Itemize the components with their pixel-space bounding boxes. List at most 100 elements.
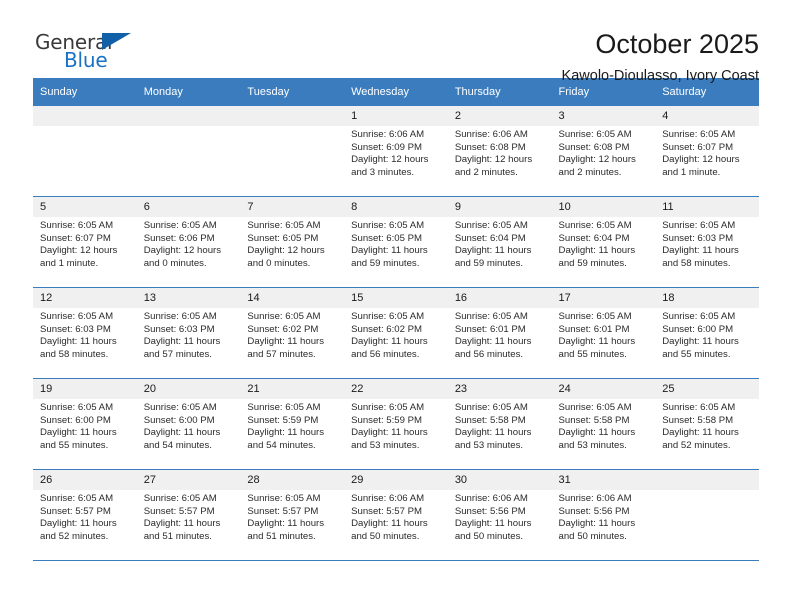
- sunrise-text: Sunrise: 6:05 AM: [143, 493, 217, 504]
- day-details: Sunrise: 6:05 AM Sunset: 5:57 PM Daylight:…: [33, 490, 137, 543]
- day-number: 8: [344, 197, 448, 217]
- daylight-text: Daylight: 11 hours and 52 minutes.: [40, 518, 117, 542]
- sunrise-text: Sunrise: 6:06 AM: [351, 129, 425, 140]
- sunset-text: Sunset: 6:03 PM: [143, 323, 215, 335]
- day-details: Sunrise: 6:05 AM Sunset: 6:01 PM Daylight:…: [448, 308, 552, 361]
- sunset-text: Sunset: 6:08 PM: [558, 141, 630, 153]
- sunset-text: Sunset: 6:01 PM: [454, 323, 526, 335]
- calendar-day-cell[interactable]: 6 Sunrise: 6:05 AM Sunset: 6:06 PM Daylight…: [136, 196, 241, 288]
- day-number: 1: [344, 106, 448, 126]
- calendar-day-cell[interactable]: 29 Sunrise: 6:06 AM Sunset: 5:57 PM Dayligh…: [344, 469, 448, 561]
- calendar-day-cell[interactable]: 22 Sunrise: 6:05 AM Sunset: 5:59 PM Dayligh…: [344, 378, 448, 470]
- calendar-day-cell[interactable]: 20 Sunrise: 6:05 AM Sunset: 6:00 PM Dayligh…: [136, 378, 241, 470]
- page-subtitle: Kawolo-Dioulasso, Ivory Coast: [561, 68, 759, 84]
- calendar-day-cell[interactable]: 3 Sunrise: 6:05 AM Sunset: 6:08 PM Daylight…: [551, 106, 656, 197]
- calendar-page: General Blue October 2025 Kawolo-Dioulas…: [0, 0, 792, 612]
- calendar-day-cell[interactable]: 26 Sunrise: 6:05 AM Sunset: 5:57 PM Dayligh…: [33, 469, 137, 561]
- sunset-text: Sunset: 5:57 PM: [247, 505, 319, 517]
- calendar-day-cell[interactable]: 4 Sunrise: 6:05 AM Sunset: 6:07 PM Daylight…: [655, 106, 759, 197]
- sunset-text: Sunset: 5:58 PM: [454, 414, 526, 426]
- day-number: 11: [655, 197, 759, 217]
- calendar-day-cell[interactable]: 18 Sunrise: 6:05 AM Sunset: 6:00 PM Dayligh…: [655, 287, 759, 379]
- calendar-day-cell[interactable]: 13 Sunrise: 6:05 AM Sunset: 6:03 PM Dayligh…: [136, 287, 241, 379]
- sunrise-text: Sunrise: 6:05 AM: [40, 220, 114, 231]
- calendar-day-cell[interactable]: 5 Sunrise: 6:05 AM Sunset: 6:07 PM Daylight…: [33, 196, 137, 288]
- weekday-header-tuesday: Tuesday: [240, 78, 345, 106]
- sunrise-text: Sunrise: 6:05 AM: [351, 220, 425, 231]
- calendar-day-cell[interactable]: 12 Sunrise: 6:05 AM Sunset: 6:03 PM Dayligh…: [33, 287, 137, 379]
- day-details: Sunrise: 6:05 AM Sunset: 6:02 PM Daylight:…: [344, 308, 448, 361]
- calendar-day-cell[interactable]: 9 Sunrise: 6:05 AM Sunset: 6:04 PM Daylight…: [447, 196, 552, 288]
- general-blue-logo[interactable]: General Blue: [33, 28, 153, 78]
- calendar-day-cell[interactable]: 24 Sunrise: 6:05 AM Sunset: 5:58 PM Dayligh…: [551, 378, 656, 470]
- day-number: 4: [655, 106, 759, 126]
- weekday-header-monday: Monday: [136, 78, 241, 106]
- daylight-text: Daylight: 11 hours and 54 minutes.: [143, 427, 221, 451]
- calendar-day-cell[interactable]: 1 Sunrise: 6:06 AM Sunset: 6:09 PM Daylight…: [344, 106, 448, 197]
- sunrise-text: Sunrise: 6:05 AM: [558, 402, 632, 413]
- sunset-text: Sunset: 6:07 PM: [40, 232, 111, 244]
- daylight-text: Daylight: 11 hours and 59 minutes.: [454, 245, 532, 269]
- day-number: 21: [240, 379, 345, 399]
- day-details: Sunrise: 6:05 AM Sunset: 6:03 PM Daylight:…: [33, 308, 137, 361]
- daylight-text: Daylight: 11 hours and 54 minutes.: [247, 427, 325, 451]
- sunset-text: Sunset: 5:59 PM: [351, 414, 423, 426]
- daylight-text: Daylight: 11 hours and 58 minutes.: [662, 245, 739, 269]
- calendar-day-cell[interactable]: 30 Sunrise: 6:06 AM Sunset: 5:56 PM Dayligh…: [447, 469, 552, 561]
- sunrise-text: Sunrise: 6:05 AM: [662, 311, 736, 322]
- sunrise-text: Sunrise: 6:05 AM: [662, 129, 736, 140]
- sunrise-text: Sunrise: 6:05 AM: [454, 311, 528, 322]
- day-number: 23: [447, 379, 552, 399]
- sunrise-text: Sunrise: 6:06 AM: [558, 493, 632, 504]
- calendar-day-cell[interactable]: 27 Sunrise: 6:05 AM Sunset: 5:57 PM Dayligh…: [136, 469, 241, 561]
- day-details: Sunrise: 6:05 AM Sunset: 6:04 PM Daylight:…: [448, 217, 552, 270]
- sunset-text: Sunset: 6:06 PM: [143, 232, 215, 244]
- day-details: Sunrise: 6:05 AM Sunset: 6:08 PM Daylight:…: [552, 126, 656, 179]
- day-number: 14: [240, 288, 345, 308]
- sunset-text: Sunset: 6:04 PM: [454, 232, 526, 244]
- sunrise-text: Sunrise: 6:05 AM: [247, 402, 321, 413]
- daylight-text: Daylight: 11 hours and 56 minutes.: [454, 336, 532, 360]
- day-number: 22: [344, 379, 448, 399]
- sunset-text: Sunset: 5:59 PM: [247, 414, 319, 426]
- day-number: 24: [551, 379, 656, 399]
- day-number: [33, 106, 137, 126]
- calendar-day-cell[interactable]: 10 Sunrise: 6:05 AM Sunset: 6:04 PM Dayligh…: [551, 196, 656, 288]
- sunset-text: Sunset: 6:03 PM: [662, 232, 734, 244]
- calendar-day-cell[interactable]: 23 Sunrise: 6:05 AM Sunset: 5:58 PM Dayligh…: [447, 378, 552, 470]
- calendar-day-cell[interactable]: 31 Sunrise: 6:06 AM Sunset: 5:56 PM Dayligh…: [551, 469, 656, 561]
- sunset-text: Sunset: 6:04 PM: [558, 232, 630, 244]
- sunrise-text: Sunrise: 6:05 AM: [454, 220, 528, 231]
- title-block: October 2025 Kawolo-Dioulasso, Ivory Coa…: [562, 28, 759, 86]
- sunset-text: Sunset: 6:07 PM: [662, 141, 734, 153]
- calendar-day-cell[interactable]: 2 Sunrise: 6:06 AM Sunset: 6:08 PM Daylight…: [447, 106, 552, 197]
- day-details: Sunrise: 6:06 AM Sunset: 6:09 PM Daylight:…: [344, 126, 448, 179]
- calendar-day-cell[interactable]: 28 Sunrise: 6:05 AM Sunset: 5:57 PM Dayligh…: [240, 469, 345, 561]
- daylight-text: Daylight: 11 hours and 53 minutes.: [351, 427, 428, 451]
- day-number: 10: [551, 197, 656, 217]
- weekday-header-wednesday: Wednesday: [344, 78, 448, 106]
- calendar-day-cell[interactable]: 21 Sunrise: 6:05 AM Sunset: 5:59 PM Dayligh…: [240, 378, 345, 470]
- day-number: 31: [551, 470, 656, 490]
- sunrise-text: Sunrise: 6:05 AM: [143, 311, 217, 322]
- sunrise-text: Sunrise: 6:06 AM: [351, 493, 425, 504]
- sunset-text: Sunset: 5:57 PM: [143, 505, 215, 517]
- sunset-text: Sunset: 5:57 PM: [351, 505, 423, 517]
- calendar-day-cell[interactable]: 8 Sunrise: 6:05 AM Sunset: 6:05 PM Daylight…: [344, 196, 448, 288]
- calendar-day-cell[interactable]: 15 Sunrise: 6:05 AM Sunset: 6:02 PM Dayligh…: [344, 287, 448, 379]
- day-number: 5: [33, 197, 137, 217]
- calendar-day-cell[interactable]: 11 Sunrise: 6:05 AM Sunset: 6:03 PM Dayligh…: [655, 196, 759, 288]
- day-details: Sunrise: 6:06 AM Sunset: 5:56 PM Daylight:…: [448, 490, 552, 543]
- calendar-day-cell[interactable]: 19 Sunrise: 6:05 AM Sunset: 6:00 PM Dayligh…: [33, 378, 137, 470]
- sunrise-text: Sunrise: 6:05 AM: [558, 129, 632, 140]
- calendar-day-cell[interactable]: 16 Sunrise: 6:05 AM Sunset: 6:01 PM Dayligh…: [447, 287, 552, 379]
- calendar-day-cell[interactable]: 25 Sunrise: 6:05 AM Sunset: 5:58 PM Dayligh…: [655, 378, 759, 470]
- sunset-text: Sunset: 5:57 PM: [40, 505, 111, 517]
- calendar-day-cell[interactable]: 14 Sunrise: 6:05 AM Sunset: 6:02 PM Dayligh…: [240, 287, 345, 379]
- calendar-day-cell[interactable]: 17 Sunrise: 6:05 AM Sunset: 6:01 PM Dayligh…: [551, 287, 656, 379]
- calendar-day-cell[interactable]: 7 Sunrise: 6:05 AM Sunset: 6:05 PM Daylight…: [240, 196, 345, 288]
- day-number: 17: [551, 288, 656, 308]
- day-number: 27: [136, 470, 241, 490]
- calendar-week-row: 5 Sunrise: 6:05 AM Sunset: 6:07 PM Daylight…: [33, 196, 759, 288]
- sunrise-text: Sunrise: 6:05 AM: [247, 220, 321, 231]
